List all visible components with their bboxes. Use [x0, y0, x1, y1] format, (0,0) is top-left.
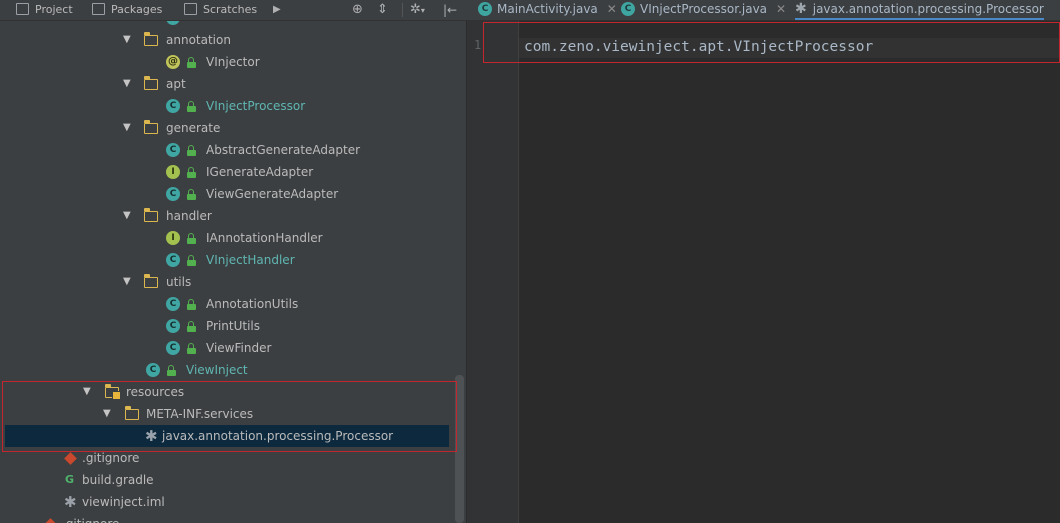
package-folder-icon [143, 76, 158, 90]
tree-file-viewinject-iml[interactable]: ✱ viewinject.iml [0, 491, 453, 513]
tree-file-iannotationhandler[interactable]: I IAnnotationHandler [0, 227, 453, 249]
class-icon: C [166, 319, 180, 333]
package-folder-icon [143, 274, 158, 288]
tree-file-vinjector[interactable]: @ VInjector [0, 51, 453, 73]
hide-panel-icon[interactable]: |← [443, 0, 457, 20]
expand-arrow-icon[interactable]: ▼ [123, 117, 131, 139]
annotation-icon: @ [166, 55, 180, 69]
expand-arrow-icon[interactable]: ▼ [123, 271, 131, 293]
expand-arrow-icon[interactable]: ▼ [123, 29, 131, 51]
tree-folder-generate[interactable]: ▼ generate [0, 117, 453, 139]
class-icon: C [146, 363, 160, 377]
editor-tab-vinjectprocessor[interactable]: C VInjectProcessor.java ✕ [621, 0, 786, 20]
class-icon: C [166, 253, 180, 267]
editor-pane[interactable] [467, 21, 1060, 523]
close-tab-icon[interactable]: ✕ [776, 2, 786, 16]
tree-file-viewgenerateadapter[interactable]: C ViewGenerateAdapter [0, 183, 453, 205]
lock-icon [186, 57, 196, 68]
git-icon [64, 452, 77, 465]
git-icon [44, 518, 57, 523]
lock-icon [186, 255, 196, 266]
expand-arrow-icon[interactable]: ▼ [123, 73, 131, 95]
interface-icon: I [166, 231, 180, 245]
editor-tab-processor[interactable]: ✱ javax.annotation.processing.Processor [795, 0, 1044, 20]
package-folder-icon [143, 208, 158, 222]
scratches-icon [184, 3, 197, 15]
class-icon: C [621, 1, 635, 16]
class-icon [166, 21, 180, 25]
project-icon [16, 3, 29, 15]
lock-icon [186, 167, 196, 178]
lock-icon [186, 299, 196, 310]
class-icon: C [166, 187, 180, 201]
lock-icon [186, 101, 196, 112]
editor-gutter [467, 21, 519, 523]
module-file-icon: ✱ [64, 493, 77, 511]
package-folder-icon [143, 32, 158, 46]
tree-file-viewinject[interactable]: C ViewInject [0, 359, 453, 381]
lock-icon [186, 233, 196, 244]
class-icon: C [166, 341, 180, 355]
tool-tab-packages[interactable]: Packages [92, 0, 162, 20]
class-icon: C [166, 143, 180, 157]
tool-tab-scratches[interactable]: Scratches [184, 0, 257, 20]
top-toolbar: Project Packages Scratches ▶ ⊕ ⇕ ✲▾ |← C… [0, 0, 1060, 21]
text-file-icon: ✱ [795, 1, 807, 17]
lock-icon [186, 343, 196, 354]
expand-arrow-icon[interactable]: ▼ [123, 205, 131, 227]
tree-file-gitignore-root[interactable]: .gitignore [0, 513, 453, 523]
tree-file-annotationutils[interactable]: C AnnotationUtils [0, 293, 453, 315]
tree-file-build-gradle[interactable]: G build.gradle [0, 469, 453, 491]
locate-target-icon[interactable]: ⊕ [352, 0, 363, 20]
tree-file-printutils[interactable]: C PrintUtils [0, 315, 453, 337]
interface-icon: I [166, 165, 180, 179]
tree-folder-annotation[interactable]: ▼ annotation [0, 29, 453, 51]
packages-icon [92, 3, 105, 15]
tree-file-viewfinder[interactable]: C ViewFinder [0, 337, 453, 359]
lock-icon [186, 189, 196, 200]
tree-file-igenerateadapter[interactable]: I IGenerateAdapter [0, 161, 453, 183]
class-icon: C [166, 297, 180, 311]
package-folder-icon [143, 120, 158, 134]
class-icon: C [478, 1, 492, 16]
gradle-icon: G [65, 473, 75, 486]
settings-gear-icon[interactable]: ✲▾ [410, 0, 425, 20]
more-tabs-arrow-icon[interactable]: ▶ [273, 0, 281, 20]
editor-tab-mainactivity[interactable]: C MainActivity.java ✕ [478, 0, 617, 20]
toolbar-divider [402, 3, 403, 17]
class-icon: C [166, 99, 180, 113]
lock-icon [166, 365, 176, 376]
highlight-box-resources [2, 381, 457, 452]
close-tab-icon[interactable]: ✕ [607, 2, 617, 16]
tree-row-cut[interactable] [0, 21, 453, 29]
tree-file-abstractgenerateadapter[interactable]: C AbstractGenerateAdapter [0, 139, 453, 161]
tree-folder-apt[interactable]: ▼ apt [0, 73, 453, 95]
lock-icon [186, 321, 196, 332]
tree-file-vinjecthandler[interactable]: C VInjectHandler [0, 249, 453, 271]
collapse-all-icon[interactable]: ⇕ [377, 0, 388, 20]
tree-folder-utils[interactable]: ▼ utils [0, 271, 453, 293]
lock-icon [186, 145, 196, 156]
tree-file-vinjectprocessor[interactable]: C VInjectProcessor [0, 95, 453, 117]
tree-folder-handler[interactable]: ▼ handler [0, 205, 453, 227]
highlight-box-code [483, 22, 1060, 63]
tool-tab-project[interactable]: Project [16, 0, 73, 20]
